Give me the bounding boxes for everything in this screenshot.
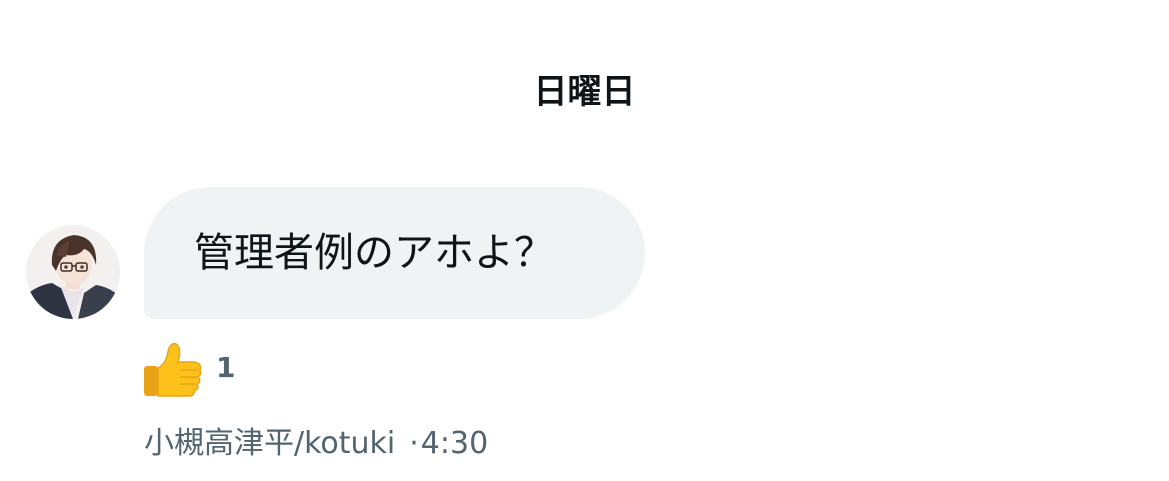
reaction-count: 1 [216,351,236,384]
message-meta: 小槻高津平/kotuki · 4:30 [144,424,488,464]
thumbs-up-icon [144,342,202,397]
date-divider: 日曜日 [533,72,636,112]
meta-separator: · [409,426,419,461]
sender-avatar[interactable] [26,225,120,319]
user-avatar-icon [26,225,120,319]
reaction-thumbs-up[interactable]: 1 [140,338,235,402]
message-text: 管理者例のアホよ？ [194,230,554,276]
message-bubble[interactable]: 管理者例のアホよ？ [144,187,645,319]
sender-name[interactable]: 小槻高津平/kotuki [144,424,395,464]
message-time: 4:30 [420,426,489,461]
